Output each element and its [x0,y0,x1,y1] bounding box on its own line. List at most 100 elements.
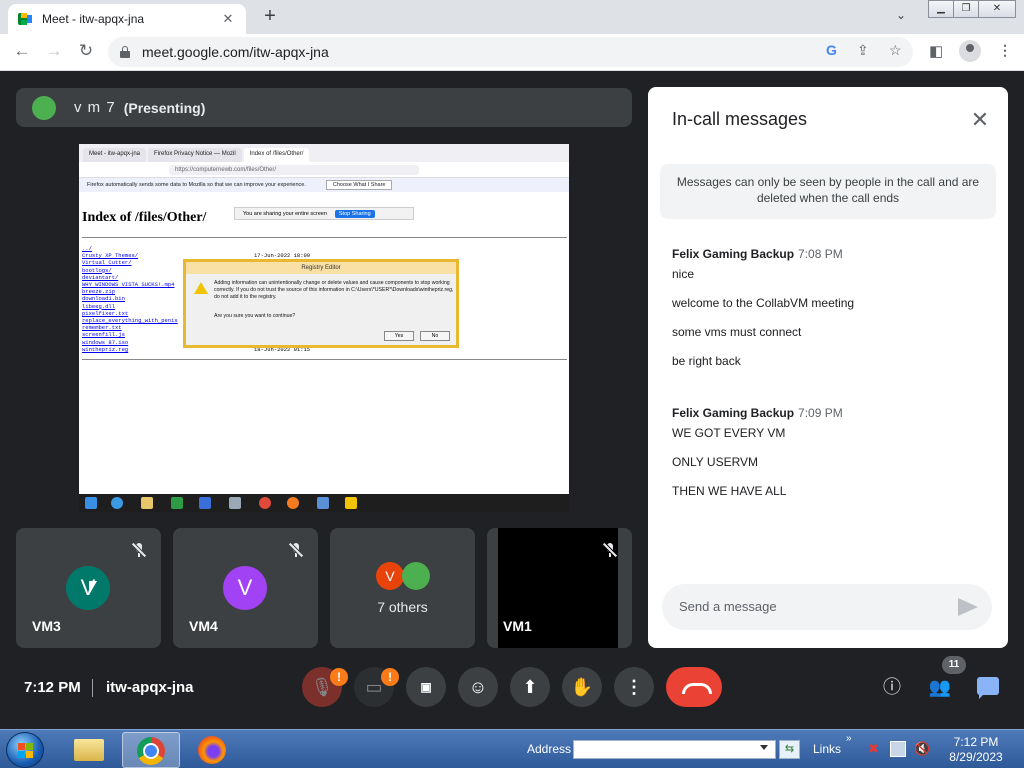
new-tab-button[interactable]: + [258,5,282,28]
more-vert-icon: ⋮ [625,677,643,697]
go-arrow-icon[interactable]: ⇆ [779,740,800,759]
avatar [402,562,430,590]
side-panel-icon[interactable]: ◧ [929,42,943,60]
message-placeholder: Send a message [679,599,777,614]
browser-tab[interactable]: Meet - itw-apqx-jna ✕ [8,4,246,34]
app-icon [199,497,211,509]
windows-taskbar: Address ⇆ Links » ✖ 🔇 7:12 PM 8/29/2023 [0,729,1024,768]
meeting-code: itw-apqx-jna [106,679,194,696]
url-text: meet.google.com/itw-apqx-jna [142,44,329,60]
file-link: Virtual Cutter/ [82,259,132,267]
present-screen-icon: ⬆ [522,677,538,697]
bookmark-star-icon[interactable]: ☆ [889,42,902,59]
shared-screen: Meet - itw-apqx-jna Firefox Privacy Noti… [79,144,569,512]
taskbar-firefox[interactable] [184,732,242,768]
shared-notice-button: Choose What I Share [325,180,393,190]
file-link: remember.txt [82,324,122,332]
more-options-button[interactable]: ⋮ [614,667,654,707]
close-chat-button[interactable]: ✕ [969,107,991,133]
back-button[interactable]: ← [10,41,34,61]
meeting-info-button[interactable]: ⓘ [879,674,905,700]
links-toolbar-label: Links [813,742,842,756]
avatar: V [376,562,404,590]
network-icon[interactable] [890,741,906,757]
shared-taskbar [79,494,569,512]
presenter-bar: v m 7 (Presenting) [16,88,632,127]
file-link: libeeg.dll [82,302,116,310]
volume-muted-icon[interactable]: 🔇 [914,741,930,757]
people-icon: 👥 [928,677,952,697]
forward-button[interactable]: → [42,41,66,61]
message-text: ONLY USERVM [672,455,759,469]
minimize-button[interactable]: ▁ [928,0,954,18]
message-time: 7:09 PM [798,406,843,420]
share-icon[interactable]: ⇪ [857,42,869,59]
file-link: bootlogs/ [82,266,112,274]
address-bar[interactable]: meet.google.com/itw-apqx-jna [108,37,913,67]
lock-icon [120,46,130,58]
message-sender: Felix Gaming Backup [672,247,795,261]
firefox-icon [198,736,226,764]
participant-name: VM1 [503,618,532,634]
emoji-icon: ☺ [468,677,488,697]
sharing-text: You are sharing your entire screen [243,210,327,217]
captions-button[interactable]: ▣ [406,667,446,707]
message-group: Felix Gaming Backup 7:09 PM WE GOT EVERY … [672,406,843,513]
others-tile[interactable]: V 7 others [330,528,475,648]
reload-button[interactable]: ↻ [74,41,98,61]
message-input[interactable]: Send a message [662,584,992,630]
window-close-button[interactable]: ✕ [978,0,1016,18]
app-icon [171,497,183,509]
message-sender: Felix Gaming Backup [672,406,795,420]
people-button[interactable]: 👥 [927,674,953,700]
present-button[interactable]: ⬆ [510,667,550,707]
shared-url: https://computernewb.com/files/Other/ [169,164,419,175]
tab-close-icon[interactable]: ✕ [220,11,236,27]
message-text: welcome to the CollabVM meeting [672,296,855,310]
file-link: pixelfixer.txt [82,309,129,317]
ie-icon [111,497,123,509]
hand-icon: ✋ [570,677,594,697]
restore-button[interactable]: ❐ [953,0,979,18]
google-meet-icon [18,13,32,25]
registry-editor-dialog: Registry Editor Adding information can u… [183,259,459,348]
browser-menu-icon[interactable]: ⋮ [998,42,1012,59]
chat-notice: Messages can only be seen by people in t… [660,164,996,219]
tab-search-chevron-icon[interactable]: ⌄ [896,8,906,22]
raise-hand-button[interactable]: ✋ [562,667,602,707]
chevron-down-icon[interactable] [760,745,768,750]
participant-tile-vm4[interactable]: V VM4 [173,528,318,648]
system-clock[interactable]: 7:12 PM 8/29/2023 [946,735,1006,765]
send-icon[interactable] [958,598,978,616]
message-group: Felix Gaming Backup 7:08 PM nice welcome … [672,247,854,383]
address-toolbar-input[interactable] [573,740,776,759]
address-toolbar-label: Address [527,742,572,756]
profile-avatar[interactable] [959,40,981,62]
shared-page-heading: Index of /files/Other/ [82,210,207,225]
chat-title: In-call messages [672,109,808,129]
dialog-question: Are you sure you want to continue? [214,313,296,319]
leave-call-button[interactable] [666,667,722,707]
mic-off-icon [602,542,618,558]
file-link: deviantart/ [82,273,119,281]
info-icon: ⓘ [883,677,901,697]
app-icon [317,497,329,509]
camera-warning-badge: ! [381,668,399,686]
start-button[interactable] [6,732,44,768]
file-link: windows 87.iso [82,338,129,346]
taskbar-explorer[interactable] [61,732,119,768]
file-date: 17-Jun-2022 18:09 [254,252,311,259]
chat-icon[interactable] [977,677,999,699]
screen-sharing-indicator: You are sharing your entire screen Stop … [234,207,414,220]
reactions-button[interactable]: ☺ [458,667,498,707]
system-date: 8/29/2023 [949,750,1003,764]
mic-off-icon [288,542,304,558]
google-lens-icon[interactable]: G [826,42,837,58]
network-error-icon[interactable]: ✖ [868,741,884,757]
divider [82,359,567,360]
participant-tile-vm1[interactable]: VM1 [487,528,632,648]
shared-tab: Index of /files/Other/ [243,148,310,162]
chevron-more-icon[interactable]: » [846,733,852,744]
taskbar-chrome[interactable] [122,732,180,768]
participant-name: VM3 [32,618,61,634]
